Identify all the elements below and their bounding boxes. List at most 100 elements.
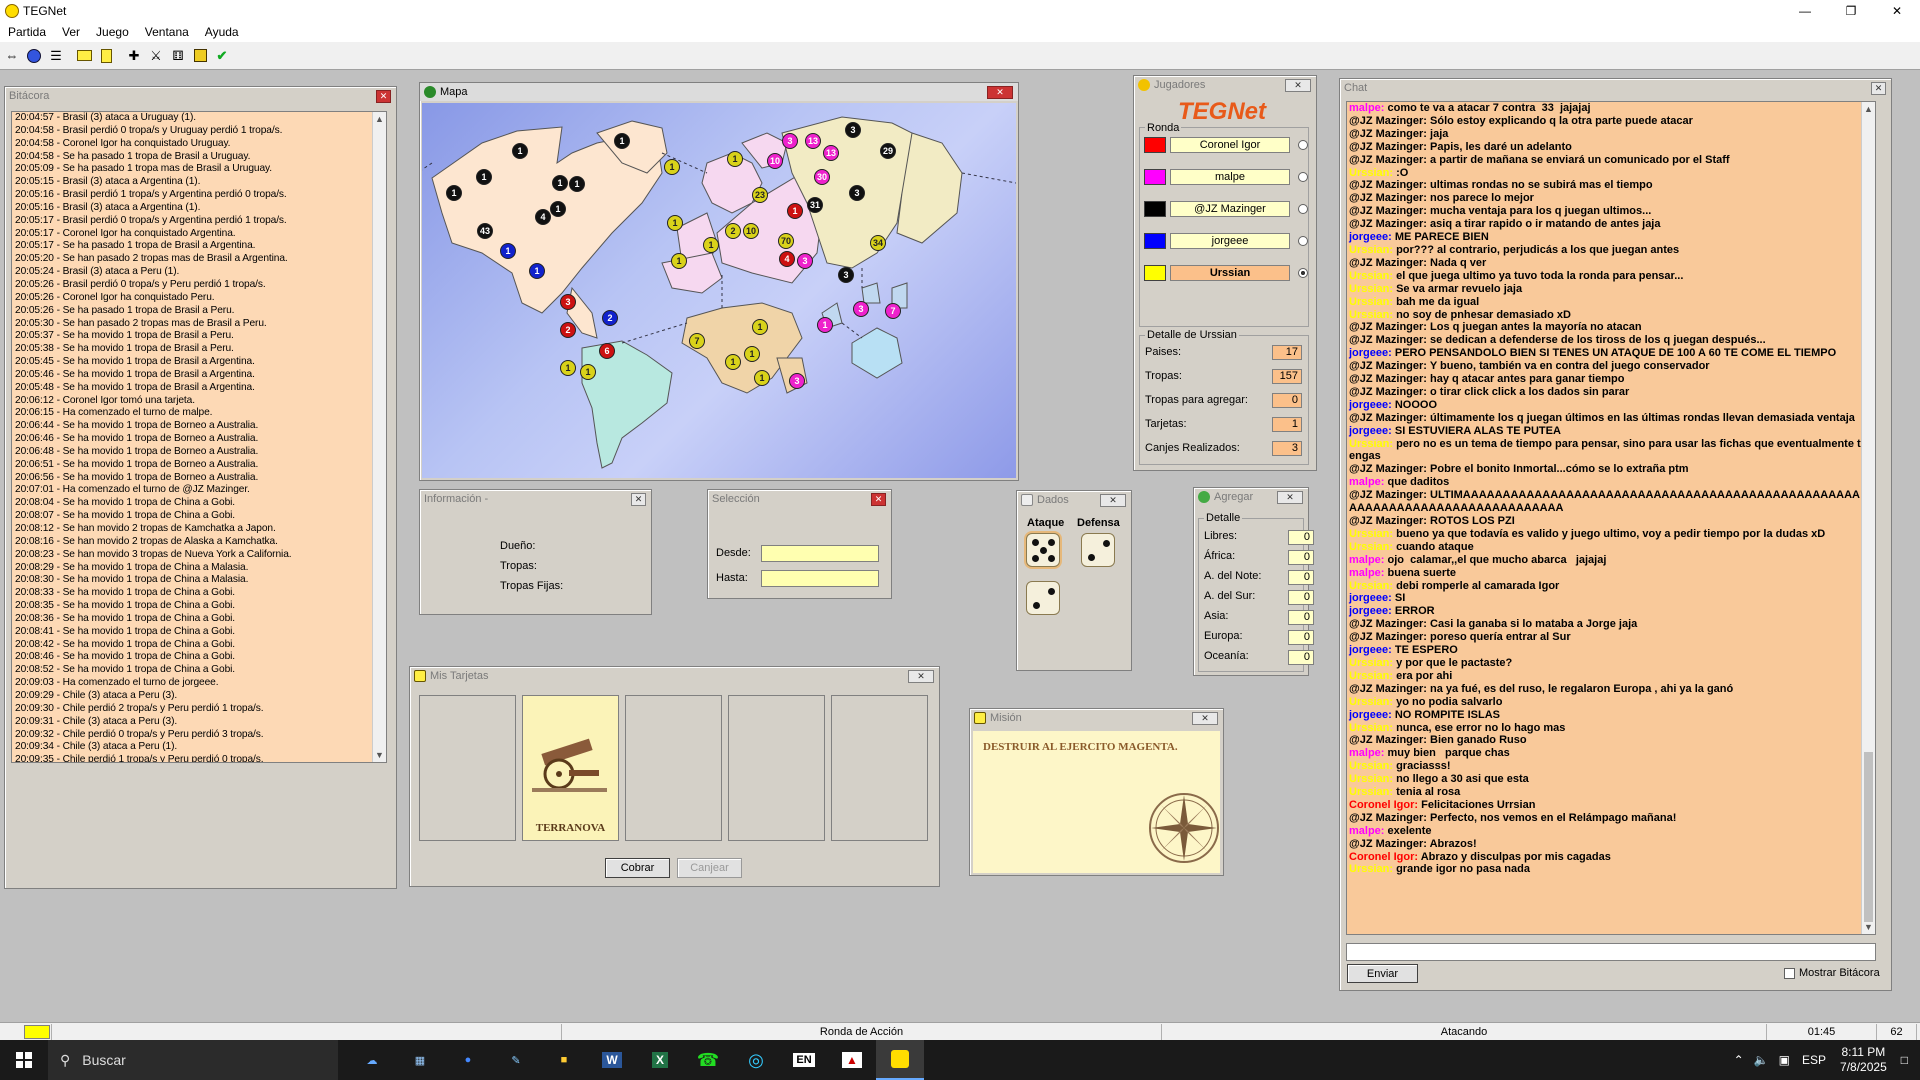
mapa-close-button[interactable]: ✕	[987, 86, 1013, 99]
card-slot-4[interactable]	[728, 695, 825, 841]
army-token[interactable]: 1	[664, 159, 680, 175]
canjear-button[interactable]: Canjear	[677, 858, 742, 878]
army-token[interactable]: 1	[727, 151, 743, 167]
army-token[interactable]: 3	[845, 122, 861, 138]
mostrar-bitacora-checkbox[interactable]	[1784, 968, 1795, 979]
army-token[interactable]: 10	[767, 153, 783, 169]
browser-app-icon[interactable]: ●	[444, 1040, 492, 1080]
defense-die-1[interactable]	[1081, 533, 1115, 567]
player-radio[interactable]	[1298, 140, 1308, 150]
army-token[interactable]: 1	[569, 176, 585, 192]
army-token[interactable]: 1	[671, 253, 687, 269]
army-token[interactable]: 1	[580, 364, 596, 380]
bitacora-scrollbar[interactable]: ▲ ▼	[372, 112, 386, 762]
army-token[interactable]: 1	[744, 346, 760, 362]
scroll-up-icon[interactable]: ▲	[373, 112, 386, 126]
attack-die-1[interactable]	[1026, 533, 1060, 567]
menu-partida[interactable]: Partida	[0, 25, 54, 39]
army-token[interactable]: 30	[814, 169, 830, 185]
bitacora-close-button[interactable]: ✕	[376, 90, 391, 103]
mision-close-button[interactable]: ✕	[1192, 712, 1218, 725]
dados-close-button[interactable]: ✕	[1100, 494, 1126, 507]
army-token[interactable]: 4	[535, 209, 551, 225]
weather-app-icon[interactable]: ☁	[348, 1040, 396, 1080]
close-button[interactable]: ✕	[1874, 0, 1920, 22]
card-slot-5[interactable]	[831, 695, 928, 841]
player-row-urssian[interactable]: Urssian	[1144, 264, 1308, 282]
cobrar-button[interactable]: Cobrar	[605, 858, 670, 878]
army-token[interactable]: 31	[807, 197, 823, 213]
army-token[interactable]: 3	[560, 294, 576, 310]
player-radio-selected[interactable]	[1298, 268, 1308, 278]
army-token[interactable]: 7	[689, 333, 705, 349]
army-token[interactable]: 1	[787, 203, 803, 219]
add-icon[interactable]: ✚	[124, 46, 144, 66]
file-explorer-icon[interactable]: ■	[540, 1040, 588, 1080]
army-token[interactable]: 2	[602, 310, 618, 326]
card-icon[interactable]	[74, 46, 94, 66]
mis-tarjetas-close-button[interactable]: ✕	[908, 670, 934, 683]
taskbar-search[interactable]: ⚲ Buscar	[48, 1040, 338, 1080]
attack-die-2[interactable]	[1026, 581, 1060, 615]
player-row-jz-mazinger[interactable]: @JZ Mazinger	[1144, 200, 1308, 218]
excel-app-icon[interactable]: X	[636, 1040, 684, 1080]
army-token[interactable]: 29	[880, 143, 896, 159]
army-token[interactable]: 3	[838, 267, 854, 283]
taskbar-clock[interactable]: 8:11 PM 7/8/2025	[1840, 1045, 1887, 1075]
army-token[interactable]: 10	[743, 223, 759, 239]
notifications-icon[interactable]: □	[1901, 1053, 1908, 1067]
globe-icon[interactable]	[24, 46, 44, 66]
army-token[interactable]: 2	[725, 223, 741, 239]
army-token[interactable]: 1	[476, 169, 492, 185]
army-token[interactable]: 13	[823, 145, 839, 161]
en-app-icon[interactable]: EN	[780, 1040, 828, 1080]
player-row-jorgeee[interactable]: jorgeee	[1144, 232, 1308, 250]
card-slot-3[interactable]	[625, 695, 722, 841]
minimize-button[interactable]: —	[1782, 0, 1828, 22]
army-token[interactable]: 6	[599, 343, 615, 359]
player-row-coronel-igor[interactable]: Coronel Igor	[1144, 136, 1308, 154]
maximize-button[interactable]: ❐	[1828, 0, 1874, 22]
army-token[interactable]: 1	[817, 317, 833, 333]
player-radio[interactable]	[1298, 204, 1308, 214]
menu-ventana[interactable]: Ventana	[137, 25, 197, 39]
check-icon[interactable]: ✔	[212, 46, 232, 66]
army-token[interactable]: 1	[725, 354, 741, 370]
desde-field[interactable]	[761, 545, 879, 562]
army-token[interactable]: 70	[778, 233, 794, 249]
edge-app-icon[interactable]: ◎	[732, 1040, 780, 1080]
army-token[interactable]: 4	[779, 251, 795, 267]
army-token[interactable]: 34	[870, 235, 886, 251]
bitacora-log[interactable]: 20:04:57 - Brasil (3) ataca a Uruguay (1…	[11, 111, 387, 763]
army-token[interactable]: 1	[552, 175, 568, 191]
tegnet-app-icon[interactable]	[876, 1040, 924, 1080]
list-icon[interactable]: ☰	[46, 46, 66, 66]
army-token[interactable]: 7	[885, 303, 901, 319]
chat-input[interactable]	[1346, 943, 1876, 961]
windows-start-icon[interactable]	[0, 1040, 48, 1080]
scroll-down-icon[interactable]: ▼	[1862, 920, 1875, 934]
seleccion-close-button[interactable]: ✕	[871, 493, 886, 506]
menu-ver[interactable]: Ver	[54, 25, 88, 39]
move-icon[interactable]	[190, 46, 210, 66]
army-token[interactable]: 3	[782, 133, 798, 149]
player-radio[interactable]	[1298, 236, 1308, 246]
card-terranova[interactable]: TERRANOVA	[522, 695, 619, 841]
card2-icon[interactable]	[96, 46, 116, 66]
notes-app-icon[interactable]: ✎	[492, 1040, 540, 1080]
card-slot-1[interactable]	[419, 695, 516, 841]
army-token[interactable]: 1	[752, 319, 768, 335]
connect-icon[interactable]: ⇔	[2, 46, 22, 66]
army-token[interactable]: 1	[500, 243, 516, 259]
enviar-button[interactable]: Enviar	[1347, 964, 1418, 983]
army-token[interactable]: 1	[560, 360, 576, 376]
player-row-malpe[interactable]: malpe	[1144, 168, 1308, 186]
army-token[interactable]: 1	[667, 215, 683, 231]
whatsapp-app-icon[interactable]: ☎	[684, 1040, 732, 1080]
army-token[interactable]: 2	[560, 322, 576, 338]
tray-chevron-icon[interactable]: ⌃	[1734, 1053, 1744, 1067]
menu-juego[interactable]: Juego	[88, 25, 137, 39]
world-map[interactable]: 1 1 1 1 1 1 1 4 43 1 1 3 2 2 6 1 1 1 1 1 1 1 2 10 23 70 1 4 3 3 13 10 13…	[422, 103, 1016, 478]
pdf-app-icon[interactable]: ▲	[828, 1040, 876, 1080]
army-token[interactable]: 3	[853, 301, 869, 317]
